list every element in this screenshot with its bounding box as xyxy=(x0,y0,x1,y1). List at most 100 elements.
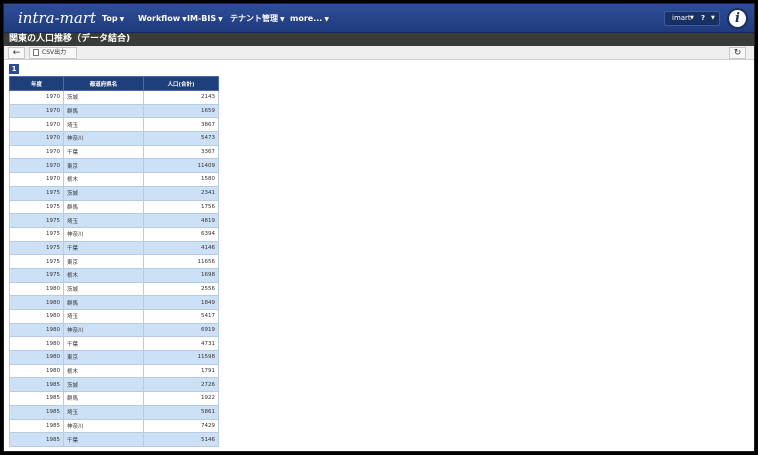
table-row[interactable]: 1980 群馬 1849 xyxy=(9,295,219,310)
cell-population: 3367 xyxy=(143,144,219,160)
cell-year: 1980 xyxy=(9,336,64,352)
page-number-button[interactable]: 1 xyxy=(9,64,19,74)
cell-prefecture: 東京 xyxy=(63,350,144,365)
cell-year: 1975 xyxy=(9,185,64,201)
table-row[interactable]: 1975 栃木 1698 xyxy=(9,267,219,283)
cell-year: 1970 xyxy=(9,144,64,160)
chevron-down-icon: ▼ xyxy=(119,16,125,23)
table-row[interactable]: 1985 埼玉 5861 xyxy=(9,404,219,420)
cell-population: 5146 xyxy=(143,432,219,447)
cell-prefecture: 千葉 xyxy=(63,432,144,447)
back-button[interactable]: ← xyxy=(8,47,25,59)
column-header-year[interactable]: 年度 xyxy=(9,76,64,91)
cell-population: 1659 xyxy=(143,103,219,119)
cell-prefecture: 栃木 xyxy=(63,267,144,283)
chevron-down-icon: ▼ xyxy=(690,15,694,21)
table-row[interactable]: 1985 千葉 5146 xyxy=(9,432,219,447)
table-row[interactable]: 1975 茨城 2341 xyxy=(9,185,219,201)
table-row[interactable]: 1975 群馬 1756 xyxy=(9,199,219,215)
cell-population: 5861 xyxy=(143,404,219,420)
table-row[interactable]: 1970 神奈川 5473 xyxy=(9,131,219,146)
table-row[interactable]: 1975 東京 11656 xyxy=(9,254,219,269)
cell-population: 2341 xyxy=(143,185,219,201)
table-row[interactable]: 1970 埼玉 3867 xyxy=(9,117,219,133)
cell-prefecture: 群馬 xyxy=(63,103,144,119)
table-row[interactable]: 1985 茨城 2726 xyxy=(9,377,219,393)
table-row[interactable]: 1980 栃木 1791 xyxy=(9,363,219,379)
browser-frame: intra-mart Top ▼ Workflow ▼ IM-BIS ▼ テナント管理… xyxy=(3,3,755,452)
intra-mart-logo[interactable]: intra-mart xyxy=(18,9,96,27)
nav-top-label: Top xyxy=(102,14,118,23)
nav-top[interactable]: Top ▼ xyxy=(102,4,124,33)
cell-year: 1970 xyxy=(9,117,64,133)
table-row[interactable]: 1970 茨城 2143 xyxy=(9,90,219,105)
table-row[interactable]: 1980 千葉 4731 xyxy=(9,336,219,352)
table-row[interactable]: 1980 東京 11598 xyxy=(9,350,219,365)
table-row[interactable]: 1975 神奈川 6394 xyxy=(9,226,219,242)
refresh-button[interactable]: ↻ xyxy=(729,47,746,59)
back-arrow-icon: ← xyxy=(12,48,21,58)
cell-prefecture: 東京 xyxy=(63,158,144,174)
column-header-prefecture[interactable]: 都道府県名 xyxy=(63,76,144,91)
nav-workflow[interactable]: Workflow ▼ xyxy=(138,4,187,33)
page-title: 関東の人口推移（データ結合) xyxy=(4,33,754,46)
cell-population: 3867 xyxy=(143,117,219,133)
cell-population: 1849 xyxy=(143,295,219,310)
table-row[interactable]: 1985 群馬 1922 xyxy=(9,391,219,406)
cell-population: 6394 xyxy=(143,226,219,242)
cell-population: 1756 xyxy=(143,199,219,215)
cell-prefecture: 栃木 xyxy=(63,172,144,187)
nav-more-label: more... xyxy=(290,14,323,23)
nav-im-bis-label: IM-BIS xyxy=(187,14,217,23)
user-menu[interactable]: imart ▼ ? ▼ xyxy=(664,11,720,26)
cell-prefecture: 埼玉 xyxy=(63,117,144,133)
table-body: 1970 茨城 2143 1970 群馬 1659 1970 埼玉 3867 1970 神奈川 547… xyxy=(9,90,219,447)
cell-year: 1985 xyxy=(9,391,64,406)
cell-year: 1975 xyxy=(9,226,64,242)
table-row[interactable]: 1980 茨城 2556 xyxy=(9,281,219,297)
table-row[interactable]: 1970 千葉 3367 xyxy=(9,144,219,160)
cell-prefecture: 茨城 xyxy=(63,377,144,393)
table-row[interactable]: 1980 埼玉 5417 xyxy=(9,309,219,324)
cell-year: 1985 xyxy=(9,404,64,420)
cell-prefecture: 群馬 xyxy=(63,199,144,215)
chevron-down-icon: ▼ xyxy=(324,16,329,23)
cell-population: 1791 xyxy=(143,363,219,379)
csv-export-label: CSV出力 xyxy=(42,49,67,56)
cell-year: 1980 xyxy=(9,281,64,297)
chevron-down-icon: ▼ xyxy=(218,16,223,23)
cell-population: 11598 xyxy=(143,350,219,365)
chevron-down-icon: ▼ xyxy=(711,15,715,21)
table-row[interactable]: 1970 栃木 1580 xyxy=(9,172,219,187)
help-icon[interactable]: ? xyxy=(701,12,705,25)
cell-population: 5473 xyxy=(143,131,219,146)
table-header-row: 年度 都道府県名 人口(合計) xyxy=(9,76,219,91)
cell-year: 1975 xyxy=(9,213,64,228)
table-row[interactable]: 1980 神奈川 6919 xyxy=(9,322,219,338)
cell-year: 1980 xyxy=(9,322,64,338)
table-row[interactable]: 1975 埼玉 4819 xyxy=(9,213,219,228)
cell-population: 2143 xyxy=(143,90,219,105)
table-row[interactable]: 1975 千葉 4146 xyxy=(9,240,219,256)
refresh-icon: ↻ xyxy=(733,48,742,58)
csv-export-button[interactable]: CSV出力 xyxy=(29,47,77,59)
column-header-population[interactable]: 人口(合計) xyxy=(143,76,219,91)
cell-year: 1980 xyxy=(9,309,64,324)
user-name: imart xyxy=(672,14,691,22)
logo-text: intra-mart xyxy=(18,9,97,27)
nav-im-bis[interactable]: IM-BIS ▼ xyxy=(187,4,223,33)
nav-more[interactable]: more... ▼ xyxy=(290,4,329,33)
table-row[interactable]: 1985 神奈川 7429 xyxy=(9,418,219,434)
cell-year: 1985 xyxy=(9,418,64,434)
cell-prefecture: 千葉 xyxy=(63,336,144,352)
nav-tenant-admin[interactable]: テナント管理 ▼ xyxy=(230,4,285,33)
brand-mark-icon[interactable]: i xyxy=(727,8,748,29)
toolbar: ← CSV出力 ↻ xyxy=(4,46,754,60)
table-row[interactable]: 1970 群馬 1659 xyxy=(9,103,219,119)
cell-year: 1970 xyxy=(9,172,64,187)
cell-population: 1580 xyxy=(143,172,219,187)
cell-population: 11409 xyxy=(143,158,219,174)
cell-prefecture: 茨城 xyxy=(63,185,144,201)
table-row[interactable]: 1970 東京 11409 xyxy=(9,158,219,174)
cell-year: 1970 xyxy=(9,158,64,174)
